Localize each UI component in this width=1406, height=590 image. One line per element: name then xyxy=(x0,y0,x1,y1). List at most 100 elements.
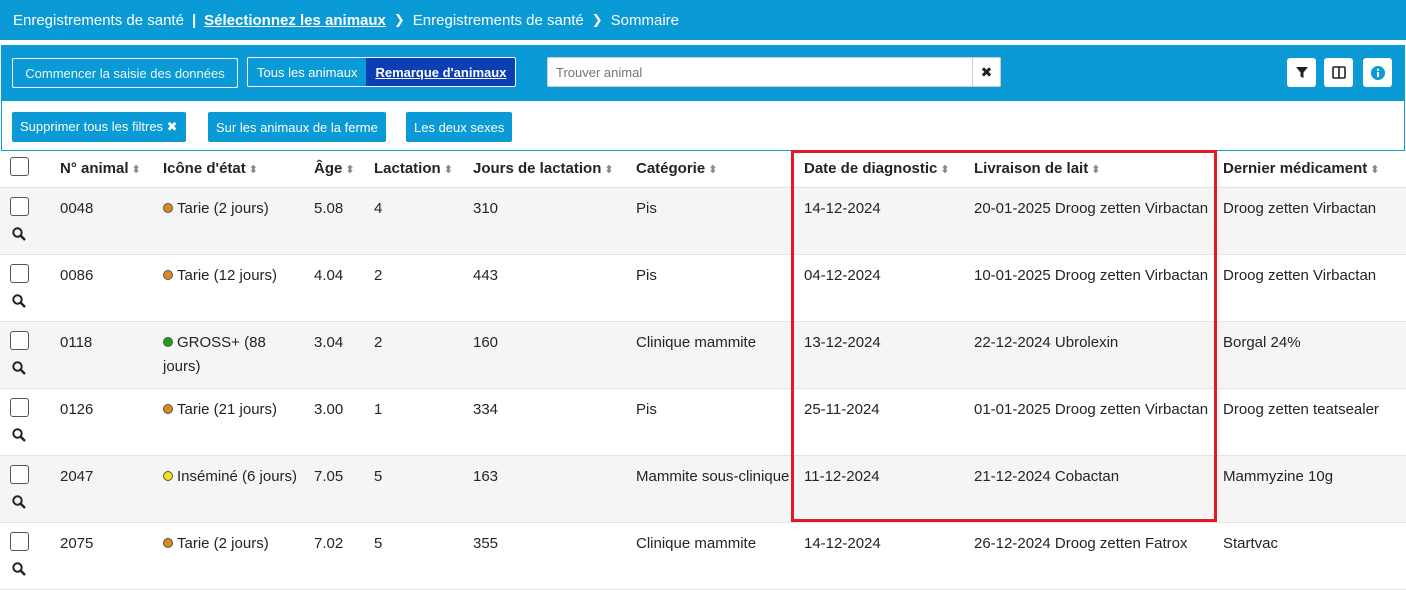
all-animals-tab[interactable]: Tous les animaux xyxy=(248,58,366,86)
header-last-medication[interactable]: Dernier médicament ⬍ xyxy=(1219,151,1406,188)
status-cell: Inséminé (6 jours) xyxy=(159,455,310,523)
status-cell: Tarie (2 jours) xyxy=(159,522,310,590)
milk-delivery-cell: 10-01-2025 Droog zetten Virbactan xyxy=(970,254,1219,322)
chevron-right-icon: ❯ xyxy=(393,12,405,27)
start-data-entry-button[interactable]: Commencer la saisie des données xyxy=(12,58,238,88)
lactation-days-cell: 355 xyxy=(469,522,632,590)
header-category[interactable]: Catégorie ⬍ xyxy=(632,151,800,188)
lactation-days-cell: 443 xyxy=(469,254,632,322)
filter-bar: Supprimer tous les filtres ✖ Sur les ani… xyxy=(1,101,1405,151)
milk-delivery-cell: 26-12-2024 Droog zetten Fatrox xyxy=(970,522,1219,590)
category-cell: Mammite sous-clinique xyxy=(632,455,800,523)
farm-animals-filter[interactable]: Sur les animaux de la ferme xyxy=(208,112,386,142)
row-checkbox[interactable] xyxy=(10,531,29,551)
search-box: ✖ xyxy=(547,57,1001,87)
filter-icon xyxy=(1295,66,1308,78)
status-dot-icon xyxy=(163,269,173,280)
table-row[interactable]: 2047 Inséminé (6 jours) 7.05 5 163 Mammi… xyxy=(0,455,1406,523)
age-cell: 7.02 xyxy=(310,522,370,590)
age-cell: 5.08 xyxy=(310,187,370,255)
row-select-cell xyxy=(0,254,56,322)
header-age[interactable]: Âge ⬍ xyxy=(310,151,370,188)
diagnosis-date-cell: 14-12-2024 xyxy=(800,522,970,590)
status-dot-icon xyxy=(163,537,173,548)
animal-number-cell: 2047 xyxy=(56,455,159,523)
breadcrumb-item-select-animals[interactable]: Sélectionnez les animaux xyxy=(204,12,386,29)
last-medication-cell: Startvac xyxy=(1219,522,1406,590)
info-icon xyxy=(1370,65,1385,80)
lactation-days-cell: 334 xyxy=(469,388,632,456)
row-checkbox[interactable] xyxy=(10,464,29,484)
lactation-cell: 1 xyxy=(370,388,469,456)
age-cell: 3.04 xyxy=(310,321,370,389)
age-cell: 3.00 xyxy=(310,388,370,456)
search-icon[interactable] xyxy=(12,226,26,241)
filter-button[interactable] xyxy=(1287,58,1316,87)
table-row[interactable]: 0086 Tarie (12 jours) 4.04 2 443 Pis 04-… xyxy=(0,254,1406,322)
breadcrumb-item-health-records[interactable]: Enregistrements de santé xyxy=(13,12,184,29)
table-row[interactable]: 2075 Tarie (2 jours) 7.02 5 355 Clinique… xyxy=(0,522,1406,590)
row-checkbox[interactable] xyxy=(10,263,29,283)
chevron-right-icon: ❯ xyxy=(591,12,603,27)
clear-search-icon[interactable]: ✖ xyxy=(972,58,1000,86)
header-lactation[interactable]: Lactation ⬍ xyxy=(370,151,469,188)
search-icon[interactable] xyxy=(12,561,26,576)
search-icon[interactable] xyxy=(12,494,26,509)
lactation-days-cell: 310 xyxy=(469,187,632,255)
row-checkbox[interactable] xyxy=(10,330,29,350)
sort-icon: ⬍ xyxy=(443,164,453,177)
animal-number-cell: 0118 xyxy=(56,321,159,389)
animal-remarks-tab[interactable]: Remarque d'animaux xyxy=(366,58,516,86)
animal-scope-toggle: Tous les animaux Remarque d'animaux xyxy=(247,57,517,87)
table-row[interactable]: 0048 Tarie (2 jours) 5.08 4 310 Pis 14-1… xyxy=(0,187,1406,255)
diagnosis-date-cell: 25-11-2024 xyxy=(800,388,970,456)
sort-icon: ⬍ xyxy=(131,164,141,177)
search-icon[interactable] xyxy=(12,360,26,375)
status-cell: Tarie (2 jours) xyxy=(159,187,310,255)
diagnosis-date-cell: 14-12-2024 xyxy=(800,187,970,255)
sex-filter[interactable]: Les deux sexes xyxy=(406,112,513,142)
milk-delivery-cell: 20-01-2025 Droog zetten Virbactan xyxy=(970,187,1219,255)
breadcrumb-item-summary[interactable]: Sommaire xyxy=(611,12,679,29)
lactation-days-cell: 160 xyxy=(469,321,632,389)
header-diagnosis-date[interactable]: Date de diagnostic ⬍ xyxy=(800,151,970,188)
status-dot-icon xyxy=(163,202,173,213)
remove-all-filters-button[interactable]: Supprimer tous les filtres ✖ xyxy=(12,112,186,142)
select-all-checkbox[interactable] xyxy=(10,157,29,177)
animal-number-cell: 2075 xyxy=(56,522,159,590)
status-dot-icon xyxy=(163,403,173,414)
row-checkbox[interactable] xyxy=(10,397,29,417)
milk-delivery-cell: 21-12-2024 Cobactan xyxy=(970,455,1219,523)
sort-icon: ⬍ xyxy=(1370,164,1380,177)
toolbar: Commencer la saisie des données Tous les… xyxy=(1,45,1405,101)
search-icon[interactable] xyxy=(12,293,26,308)
lactation-cell: 4 xyxy=(370,187,469,255)
table-row[interactable]: 0118 GROSS+ (88 jours) 3.04 2 160 Cliniq… xyxy=(0,321,1406,389)
sort-icon: ⬍ xyxy=(708,164,718,177)
row-select-cell xyxy=(0,321,56,389)
header-milk-delivery[interactable]: Livraison de lait ⬍ xyxy=(970,151,1219,188)
header-animal-number[interactable]: N° animal ⬍ xyxy=(56,151,159,188)
age-cell: 4.04 xyxy=(310,254,370,322)
sort-icon: ⬍ xyxy=(604,164,614,177)
header-lactation-days[interactable]: Jours de lactation ⬍ xyxy=(469,151,632,188)
sort-icon: ⬍ xyxy=(940,164,950,177)
category-cell: Pis xyxy=(632,187,800,255)
search-input[interactable] xyxy=(548,58,972,86)
diagnosis-date-cell: 04-12-2024 xyxy=(800,254,970,322)
status-cell: GROSS+ (88 jours) xyxy=(159,321,310,389)
lactation-cell: 2 xyxy=(370,254,469,322)
columns-button[interactable] xyxy=(1324,58,1353,87)
row-checkbox[interactable] xyxy=(10,196,29,216)
diagnosis-date-cell: 13-12-2024 xyxy=(800,321,970,389)
sort-icon: ⬍ xyxy=(345,164,355,177)
sort-icon: ⬍ xyxy=(1091,164,1101,177)
sort-icon: ⬍ xyxy=(248,164,258,177)
last-medication-cell: Borgal 24% xyxy=(1219,321,1406,389)
search-icon[interactable] xyxy=(12,427,26,442)
animal-number-cell: 0126 xyxy=(56,388,159,456)
info-button[interactable] xyxy=(1363,58,1392,87)
table-row[interactable]: 0126 Tarie (21 jours) 3.00 1 334 Pis 25-… xyxy=(0,388,1406,456)
breadcrumb-item-health-records-2[interactable]: Enregistrements de santé xyxy=(413,12,584,29)
header-status-icon[interactable]: Icône d'état ⬍ xyxy=(159,151,310,188)
